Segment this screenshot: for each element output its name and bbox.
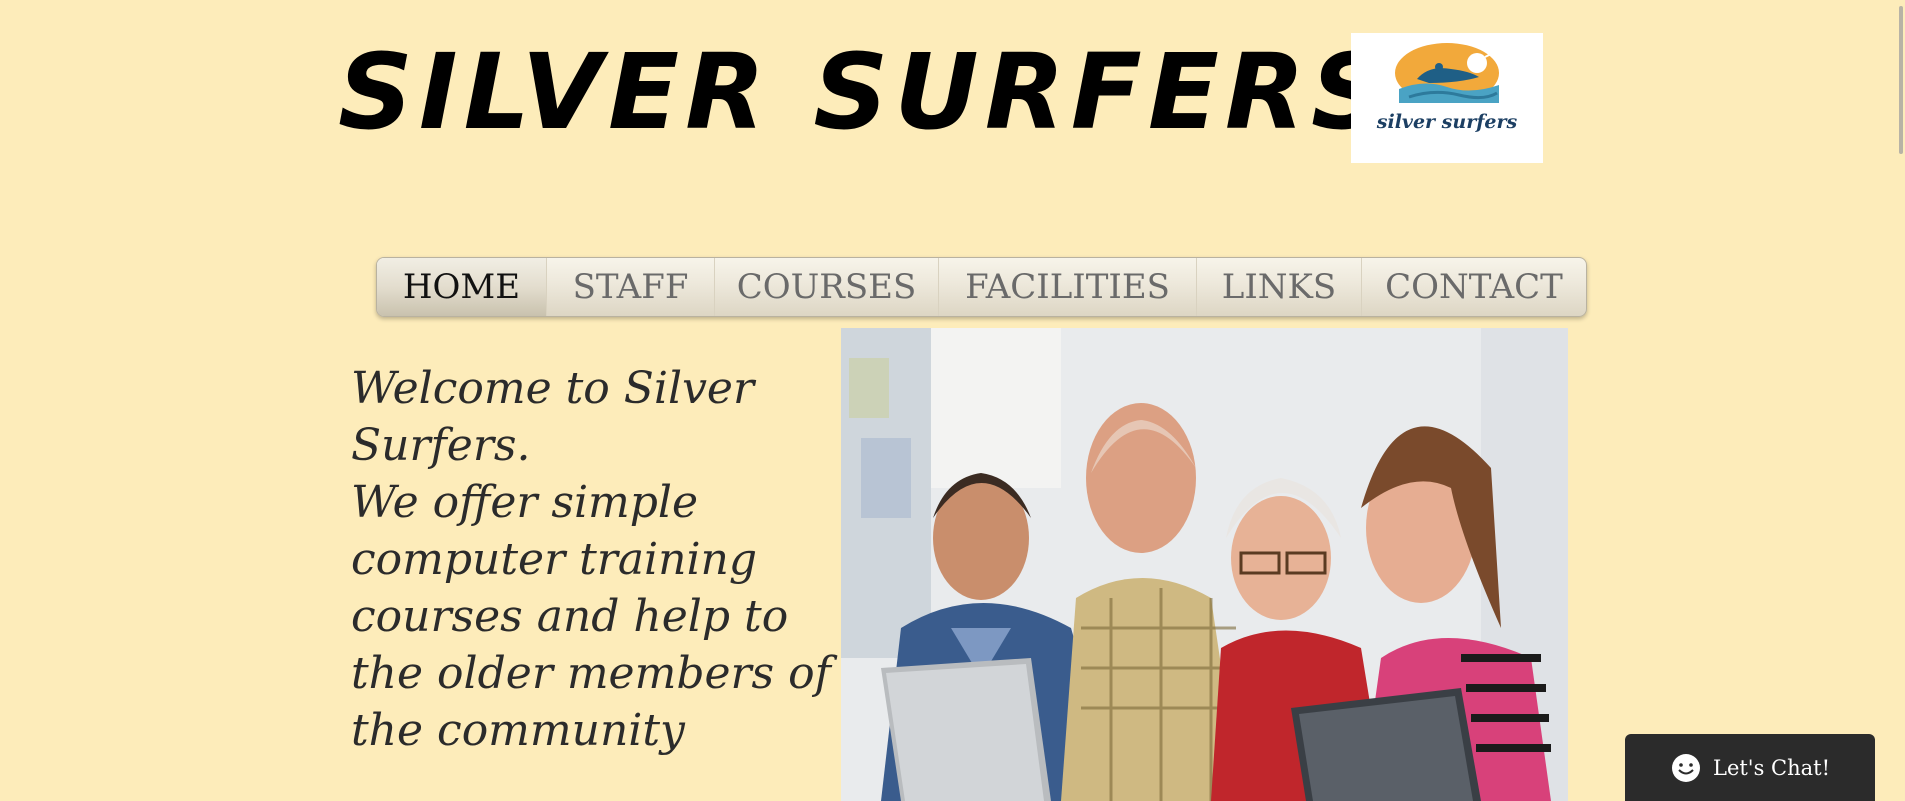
- hero-image: [841, 328, 1568, 801]
- chat-button[interactable]: Let's Chat!: [1625, 734, 1875, 801]
- surfer-logo-icon: [1395, 39, 1499, 103]
- welcome-heading: Welcome to Silver Surfers.: [351, 363, 755, 471]
- nav-contact[interactable]: CONTACT: [1362, 258, 1586, 316]
- welcome-text: Welcome to Silver Surfers. We offer simp…: [351, 360, 836, 759]
- scrollbar[interactable]: [1897, 0, 1905, 801]
- nav-home[interactable]: HOME: [377, 258, 547, 316]
- seniors-laptops-photo: [841, 328, 1568, 801]
- nav-facilities[interactable]: FACILITIES: [939, 258, 1197, 316]
- welcome-description: We offer simple computer training course…: [351, 477, 831, 756]
- site-title: SILVER SURFERS: [338, 31, 1392, 153]
- logo[interactable]: silver surfers: [1351, 33, 1543, 163]
- logo-text: silver surfers: [1376, 111, 1518, 133]
- nav-staff[interactable]: STAFF: [547, 258, 715, 316]
- scrollbar-thumb[interactable]: [1899, 6, 1903, 154]
- chat-label: Let's Chat!: [1713, 755, 1831, 780]
- nav-courses[interactable]: COURSES: [715, 258, 939, 316]
- smile-icon: [1672, 753, 1700, 782]
- main-nav: HOME STAFF COURSES FACILITIES LINKS CONT…: [376, 257, 1587, 317]
- nav-links[interactable]: LINKS: [1197, 258, 1362, 316]
